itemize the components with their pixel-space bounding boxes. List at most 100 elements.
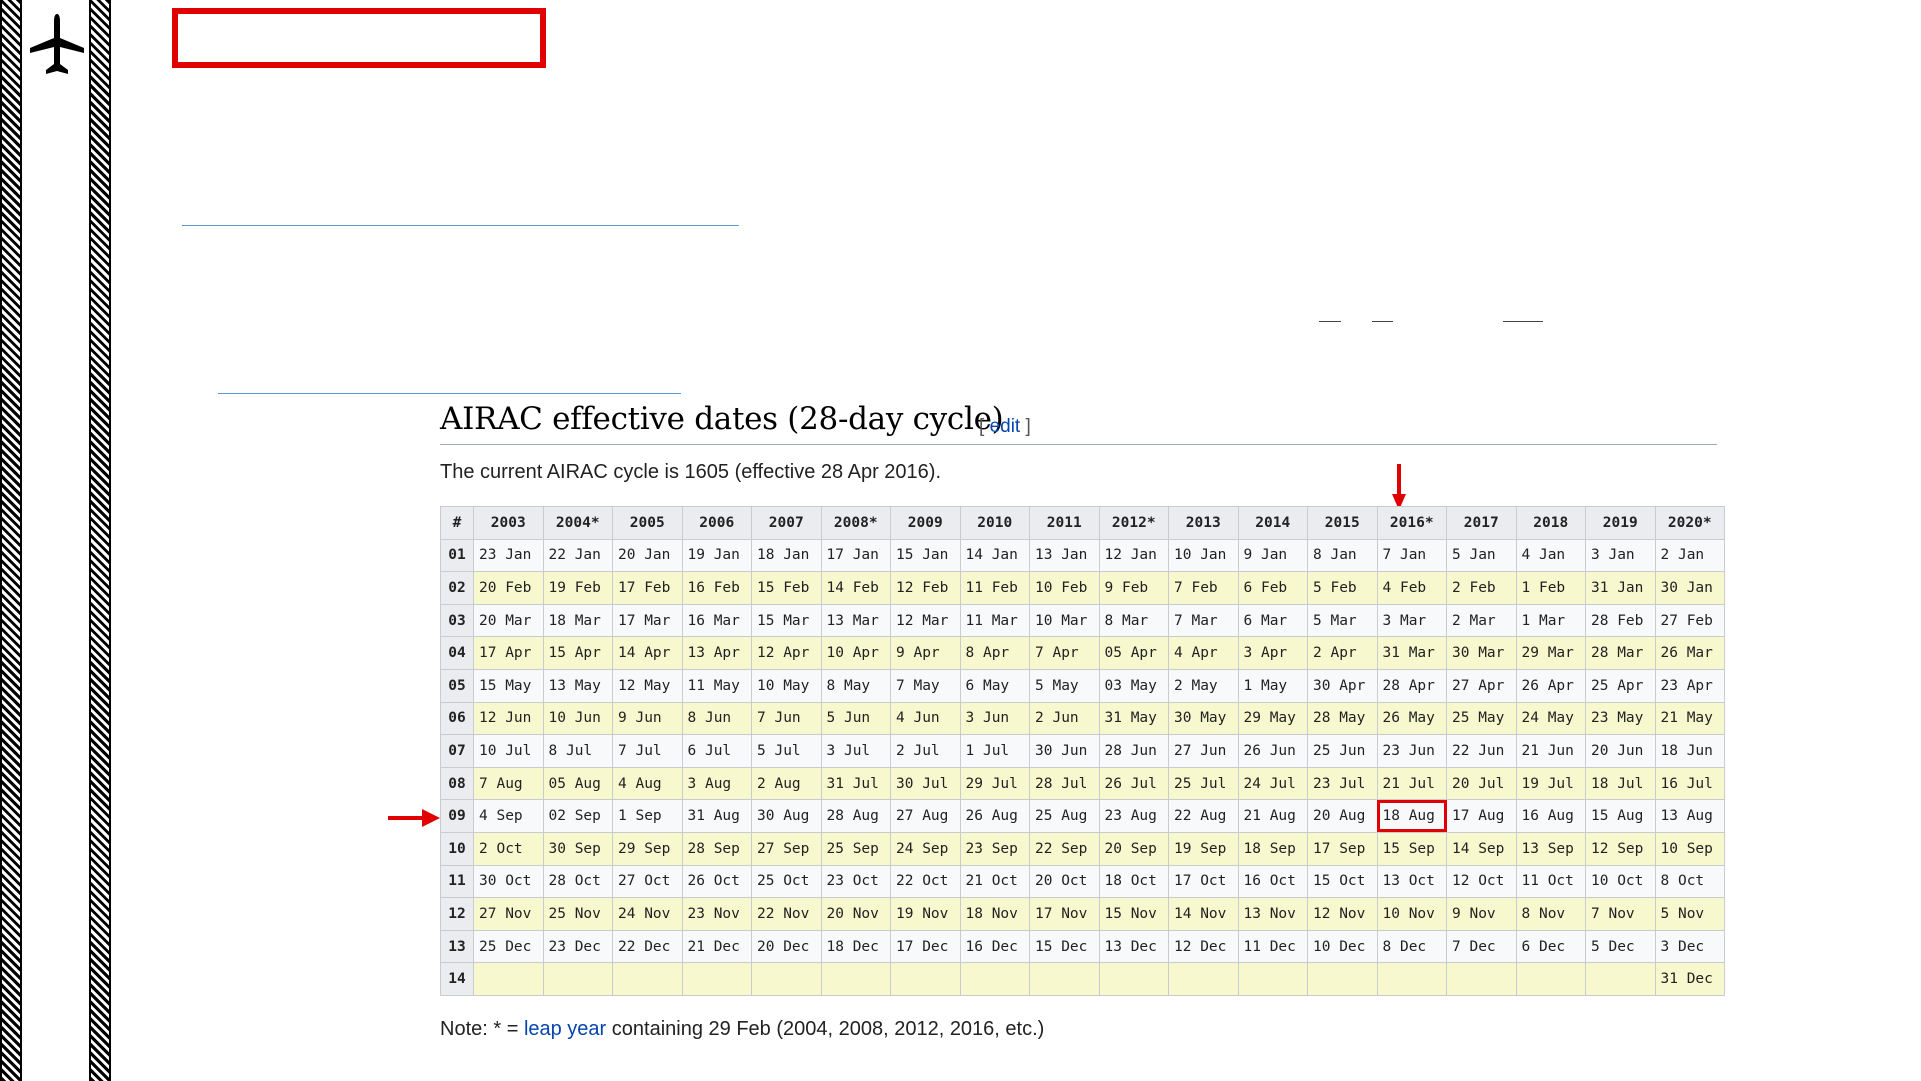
date-cell: 10 Feb	[1029, 571, 1100, 605]
date-cell: 24 Nov	[612, 897, 683, 931]
date-cell: 8 Oct	[1654, 864, 1725, 899]
decorative-line-top	[182, 225, 739, 226]
year-header: 2004*	[542, 506, 613, 540]
date-cell: 22 Jan	[542, 538, 613, 573]
date-cell: 27 Nov	[473, 897, 544, 931]
date-cell: 10 Apr	[820, 636, 891, 670]
date-cell: 30 Jul	[890, 766, 961, 801]
date-cell: 11 Dec	[1237, 929, 1308, 964]
date-cell: 23 Apr	[1654, 668, 1725, 703]
date-cell: 25 Aug	[1029, 799, 1100, 833]
date-cell: 18 Jul	[1585, 766, 1656, 801]
table-header-row: # 2003 2004* 2005 2006 2007 2008* 2009 2010 2011…	[440, 506, 1725, 540]
date-cell	[890, 962, 961, 996]
date-cell: 8 Dec	[1376, 929, 1447, 964]
date-cell: 2 Mar	[1446, 603, 1517, 638]
date-cell: 6 Jul	[681, 734, 752, 768]
date-cell: 30 Jun	[1029, 734, 1100, 768]
date-cell: 4 Aug	[612, 766, 683, 801]
date-cell	[1446, 962, 1517, 996]
date-cell: 3 Apr	[1237, 636, 1308, 670]
year-header: 2008*	[820, 506, 891, 540]
date-cell: 18 Oct	[1098, 864, 1169, 899]
table-row: 08 7 Aug 05 Aug 4 Aug 3 Aug 2 Aug 31 Jul 30 Jul…	[440, 766, 1725, 801]
table-row: 05 15 May 13 May 12 May 11 May 10 May 8 May 7 M…	[440, 668, 1725, 703]
date-cell: 12 Apr	[751, 636, 822, 670]
date-cell: 20 Jan	[612, 538, 683, 573]
date-cell: 4 Jun	[890, 701, 961, 736]
date-cell: 27 Sep	[751, 831, 822, 866]
date-cell: 7 Nov	[1585, 897, 1656, 931]
date-cell: 6 Mar	[1237, 603, 1308, 638]
date-cell: 8 May	[820, 668, 891, 703]
date-cell: 4 Sep	[473, 799, 544, 833]
date-cell: 20 Sep	[1098, 831, 1169, 866]
date-cell: 8 Jan	[1307, 538, 1378, 573]
edit-bracket-open: [	[979, 416, 985, 437]
date-cell: 18 Jun	[1654, 734, 1725, 768]
heading-divider	[440, 444, 1717, 445]
date-cell: 2 Aug	[751, 766, 822, 801]
date-cell: 16 Mar	[681, 603, 752, 638]
date-cell: 28 Oct	[542, 864, 613, 899]
date-cell: 30 Jan	[1654, 571, 1725, 605]
highlighted-date-cell: 18 Aug	[1376, 799, 1447, 833]
date-cell: 16 Jul	[1654, 766, 1725, 801]
date-cell	[1307, 962, 1378, 996]
date-cell: 29 Sep	[612, 831, 683, 866]
edit-section-link[interactable]: [ edit ]	[979, 416, 1031, 438]
date-cell: 7 Feb	[1168, 571, 1239, 605]
date-cell: 25 Jul	[1168, 766, 1239, 801]
date-cell: 7 Jun	[751, 701, 822, 736]
date-cell: 24 May	[1515, 701, 1586, 736]
date-cell: 27 Oct	[612, 864, 683, 899]
date-cell: 17 Oct	[1168, 864, 1239, 899]
date-cell: 3 Jun	[959, 701, 1030, 736]
date-cell: 03 May	[1098, 668, 1169, 703]
date-cell: 5 Dec	[1585, 929, 1656, 964]
date-cell: 22 Nov	[751, 897, 822, 931]
date-cell: 13 Dec	[1098, 929, 1169, 964]
year-header: 2020*	[1654, 506, 1725, 540]
date-cell: 7 Aug	[473, 766, 544, 801]
date-cell	[612, 962, 683, 996]
date-cell: 10 Jan	[1168, 538, 1239, 573]
leap-year-link[interactable]: leap year	[524, 1018, 606, 1040]
date-cell: 17 Mar	[612, 603, 683, 638]
date-cell: 9 Apr	[890, 636, 961, 670]
date-cell: 23 Nov	[681, 897, 752, 931]
date-cell: 6 Feb	[1237, 571, 1308, 605]
cycle-number: 09	[440, 799, 474, 833]
date-cell: 28 May	[1307, 701, 1378, 736]
note-suffix: containing 29 Feb (2004, 2008, 2012, 201…	[606, 1018, 1045, 1040]
date-cell: 13 Jan	[1029, 538, 1100, 573]
year-header: 2013	[1168, 506, 1239, 540]
date-cell: 8 Apr	[959, 636, 1030, 670]
date-cell: 30 May	[1168, 701, 1239, 736]
date-cell: 29 May	[1237, 701, 1308, 736]
date-cell: 26 Aug	[959, 799, 1030, 833]
date-cell: 10 Sep	[1654, 831, 1725, 866]
date-cell: 2 Feb	[1446, 571, 1517, 605]
date-cell: 1 Sep	[612, 799, 683, 833]
date-cell: 2 Jan	[1654, 538, 1725, 573]
date-cell: 3 Jan	[1585, 538, 1656, 573]
date-cell: 27 Apr	[1446, 668, 1517, 703]
date-cell: 26 May	[1376, 701, 1447, 736]
cycle-number: 06	[440, 701, 474, 736]
date-cell: 12 Dec	[1168, 929, 1239, 964]
date-cell: 6 May	[959, 668, 1030, 703]
date-cell: 10 Mar	[1029, 603, 1100, 638]
arrow-down-icon	[1392, 464, 1406, 510]
date-cell: 9 Jan	[1237, 538, 1308, 573]
date-cell: 24 Sep	[890, 831, 961, 866]
year-header: 2009	[890, 506, 961, 540]
date-cell	[1168, 962, 1239, 996]
date-cell: 13 May	[542, 668, 613, 703]
date-cell: 15 Mar	[751, 603, 822, 638]
edit-link-label[interactable]: edit	[990, 416, 1021, 437]
date-cell: 13 Mar	[820, 603, 891, 638]
date-cell: 18 Dec	[820, 929, 891, 964]
cycle-number: 12	[440, 897, 474, 931]
date-cell: 13 Apr	[681, 636, 752, 670]
